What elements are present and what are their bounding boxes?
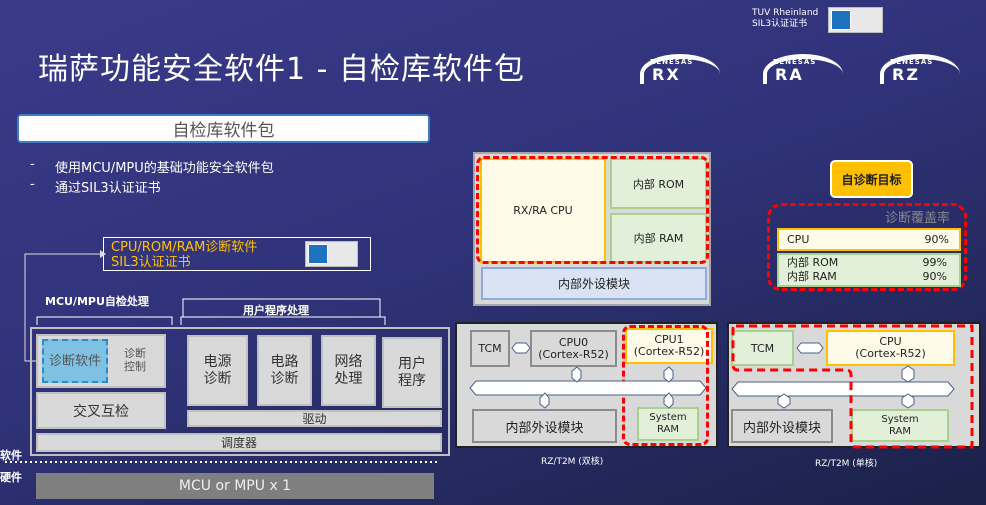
rz-dual-bus bbox=[469, 380, 707, 396]
bus-connectors bbox=[469, 324, 974, 449]
rz-single-bus bbox=[731, 381, 955, 397]
